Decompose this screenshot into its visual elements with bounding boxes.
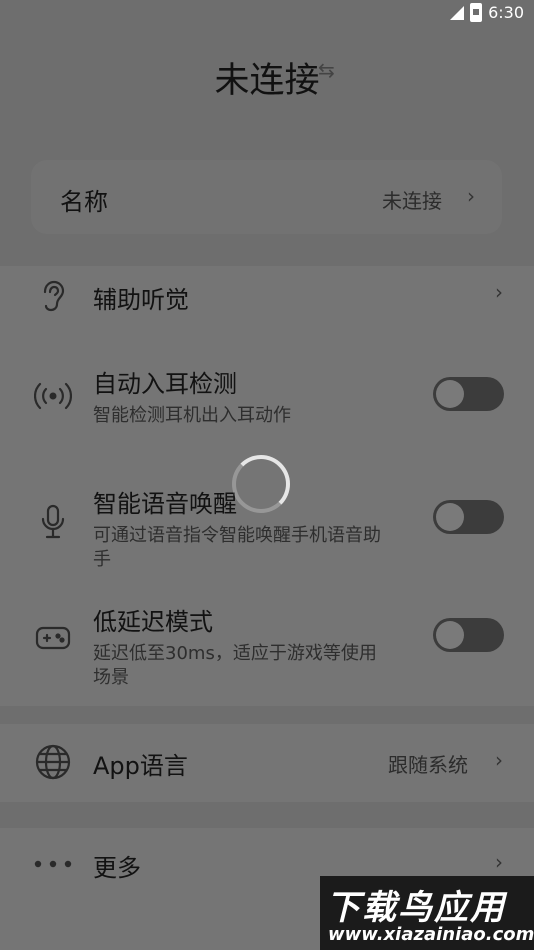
low-latency-toggle[interactable] — [433, 618, 504, 652]
more-label: 更多 — [93, 854, 141, 882]
device-name-row[interactable]: 名称 未连接 › — [31, 160, 502, 234]
ear-detection-row: 自动入耳检测 智能检测耳机出入耳动作 — [0, 356, 534, 436]
battery-icon — [470, 3, 483, 22]
toggle-knob — [436, 503, 464, 531]
chevron-right-icon: › — [495, 748, 503, 772]
chevron-right-icon: › — [495, 280, 503, 304]
globe-icon — [33, 742, 73, 782]
status-time: 6:30 — [488, 3, 524, 22]
chevron-right-icon: › — [495, 850, 503, 874]
ear-detection-toggle[interactable] — [433, 377, 504, 411]
voice-wake-subtitle-line2: 手 — [93, 549, 111, 570]
language-label: App语言 — [93, 752, 188, 780]
voice-wake-subtitle-line1: 可通过语音指令智能唤醒手机语音助 — [93, 525, 381, 546]
signal-icon — [450, 5, 465, 20]
low-latency-label: 低延迟模式 — [93, 608, 213, 636]
hearing-aid-row[interactable]: 辅助听觉 › — [0, 266, 534, 326]
ear-icon — [33, 276, 73, 316]
wireless-signal-icon — [33, 376, 73, 416]
page-title: 未连接 — [214, 61, 320, 101]
language-value: 跟随系统 — [388, 753, 468, 777]
ear-detection-label: 自动入耳检测 — [93, 370, 237, 398]
swap-arrows-icon[interactable]: ⇆ — [318, 58, 335, 82]
watermark-text: 下载鸟应用 — [326, 888, 506, 928]
low-latency-subtitle-line1: 延迟低至30ms，适应于游戏等使用 — [93, 643, 377, 664]
device-name-value: 未连接 — [382, 189, 442, 213]
hearing-aid-label: 辅助听觉 — [93, 286, 189, 314]
low-latency-subtitle-line2: 场景 — [93, 667, 129, 688]
low-latency-row: 低延迟模式 延迟低至30ms，适应于游戏等使用 场景 — [0, 594, 534, 694]
more-dots-icon — [33, 844, 73, 884]
watermark-logo: 下载鸟应用 www.xiazainiao.com — [320, 876, 534, 950]
gamepad-icon — [33, 618, 73, 658]
status-bar: 6:30 — [0, 0, 534, 28]
voice-wake-toggle[interactable] — [433, 500, 504, 534]
page-header: 未连接 — [0, 52, 534, 103]
device-name-label: 名称 — [60, 188, 108, 216]
microphone-icon — [33, 502, 73, 542]
voice-wake-label: 智能语音唤醒 — [93, 490, 237, 518]
loading-spinner — [232, 455, 290, 513]
toggle-knob — [436, 621, 464, 649]
language-row[interactable]: App语言 跟随系统 › — [0, 724, 534, 802]
watermark-url: www.xiazainiao.com — [328, 924, 534, 945]
toggle-knob — [436, 380, 464, 408]
ear-detection-subtitle: 智能检测耳机出入耳动作 — [93, 405, 291, 426]
chevron-right-icon: › — [467, 184, 475, 208]
